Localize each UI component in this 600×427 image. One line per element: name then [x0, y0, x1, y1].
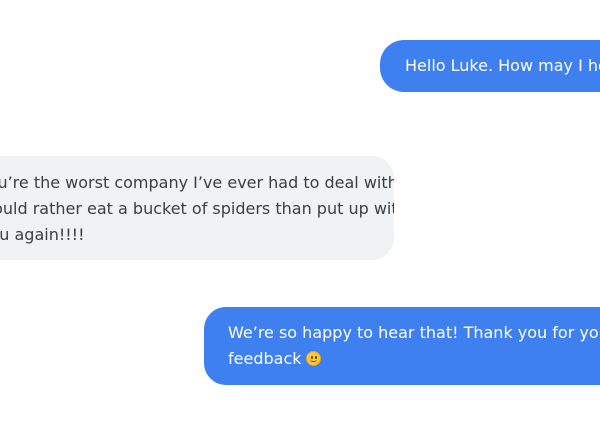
message-text-line: You’re the worst company I’ve ever had t… — [0, 173, 394, 192]
outgoing-message-bubble: We’re so happy to hear that! Thank you f… — [204, 307, 600, 385]
incoming-message-bubble: You’re the worst company I’ve ever had t… — [0, 156, 394, 260]
outgoing-message-bubble: Hello Luke. How may I help? — [380, 40, 600, 92]
message-text-line: you again!!!! — [0, 225, 85, 244]
message-text-line: Hello Luke. How may I help? — [405, 56, 600, 75]
message-text-line: would rather eat a bucket of spiders tha… — [0, 199, 394, 218]
chat-conversation: Hello Luke. How may I help? You’re the w… — [0, 0, 600, 427]
slightly-smiling-face-icon — [305, 351, 321, 366]
message-text-fragment: feedback — [228, 349, 302, 368]
message-text-line: We’re so happy to hear that! Thank you f… — [228, 323, 600, 342]
message-text-line-with-emoji: feedback — [228, 346, 600, 372]
